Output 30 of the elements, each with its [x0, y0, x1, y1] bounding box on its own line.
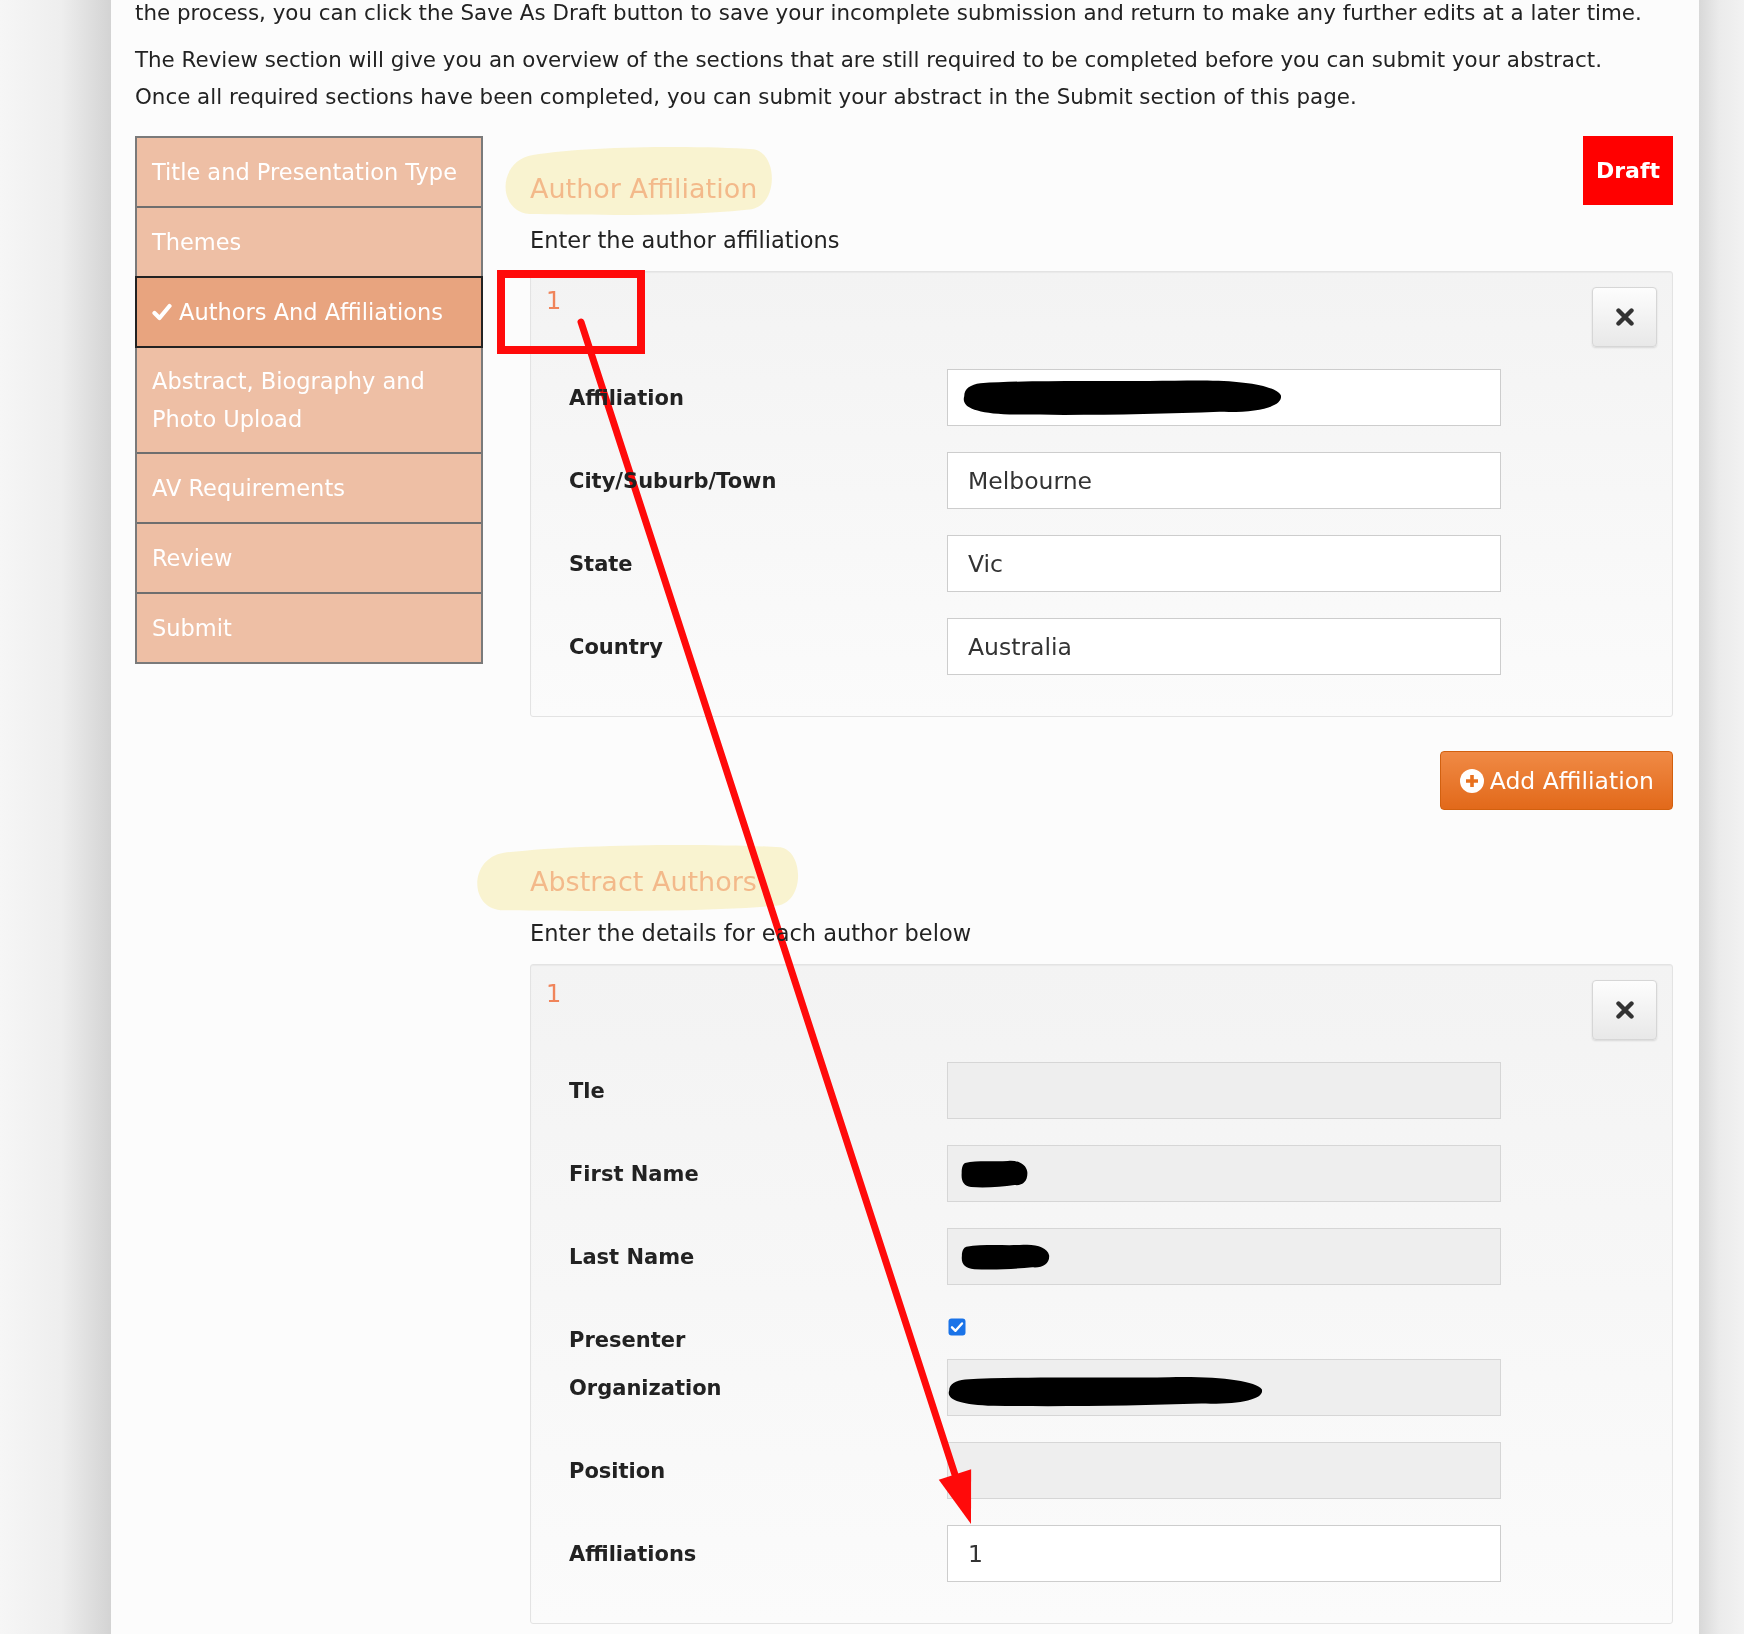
plus-circle-icon	[1459, 768, 1484, 793]
field-label: Organization	[569, 1375, 722, 1400]
close-icon	[1615, 308, 1634, 326]
field-label: Affiliations	[569, 1541, 697, 1566]
entry-number: 1	[546, 980, 562, 1008]
field-label: Last Name	[569, 1244, 695, 1269]
remove-button[interactable]	[1592, 287, 1657, 347]
field-label: Presenter	[569, 1327, 686, 1354]
text-field[interactable]	[947, 369, 1501, 426]
text-field[interactable]: 1	[947, 1525, 1501, 1582]
field-label: Tle	[569, 1078, 605, 1103]
intro-text: the process, you can click the Save As Draft button to save your incomplete submission and return to make any further edits at a later time.	[135, 0, 1642, 26]
field-label: Country	[569, 634, 663, 659]
text-field[interactable]: Vic	[947, 535, 1501, 592]
entry-number: 1	[546, 287, 562, 315]
close-icon	[1615, 1001, 1634, 1019]
section-hint: Enter the author affiliations	[530, 226, 840, 254]
nav-item[interactable]: Authors And Affiliations	[137, 278, 481, 348]
text-field[interactable]: Melbourne	[947, 452, 1501, 509]
field-label: State	[569, 551, 633, 576]
section-title: Author Affiliation	[530, 172, 758, 206]
remove-button[interactable]	[1592, 980, 1657, 1040]
checkbox[interactable]	[948, 1318, 966, 1336]
status-badge: Draft	[1583, 136, 1673, 205]
instructions-paragraph: The Review section will give you an overview of the sections that are still required to be completed before you can submit your abstract. Once all required sections have been completed, you can submit your abstract in the Submit section of this page.	[135, 46, 1603, 111]
field-label: Position	[569, 1458, 666, 1483]
add-affiliation-button[interactable]: Add Affiliation	[1439, 751, 1673, 810]
section-title: Abstract Authors	[530, 865, 757, 899]
field-label: First Name	[569, 1161, 699, 1186]
text-field[interactable]: Australia	[947, 618, 1501, 675]
